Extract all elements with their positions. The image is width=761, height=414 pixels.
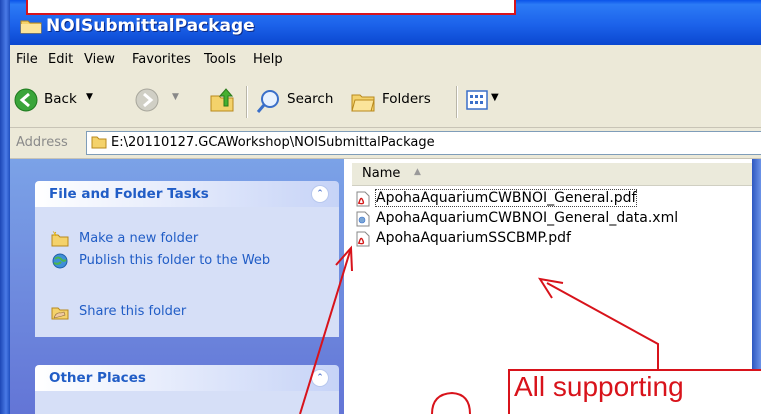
file-row[interactable]: ApohaAquariumCWBNOI_General_data.xml	[354, 209, 754, 229]
menu-bar: File Edit View Favorites Tools Help	[10, 45, 761, 77]
folder-icon	[20, 20, 42, 34]
other-places-body	[35, 391, 339, 414]
back-dropdown-icon[interactable]: ▼	[86, 92, 93, 102]
file-row[interactable]: ApohaAquariumSSCBMP.pdf	[354, 229, 754, 249]
other-places-header[interactable]: Other Places ⌃	[35, 365, 339, 391]
folders-icon	[351, 94, 375, 112]
forward-dropdown-icon[interactable]: ▼	[172, 92, 179, 102]
pdf-file-icon	[356, 191, 370, 207]
new-folder-icon	[51, 231, 69, 247]
address-value: E:\20110127.GCAWorkshop\NOISubmittalPack…	[111, 135, 435, 150]
publish-web-icon	[52, 253, 68, 269]
xml-file-icon	[356, 211, 370, 227]
folders-button[interactable]: Folders	[350, 86, 450, 116]
menu-view[interactable]: View	[84, 52, 115, 67]
file-folder-tasks-body: Make a new folder Publish this folder to…	[35, 207, 339, 337]
toolbar: Back ▼ ▼ Search Folders ▼	[10, 76, 761, 128]
folders-label: Folders	[382, 91, 431, 107]
menu-favorites[interactable]: Favorites	[132, 52, 191, 67]
views-dropdown-icon: ▼	[491, 92, 499, 103]
name-column-header[interactable]: Name ▲	[352, 163, 761, 186]
window-title: NOISubmittalPackage	[46, 16, 255, 36]
file-name: ApohaAquariumCWBNOI_General.pdf	[374, 189, 638, 207]
top-callout-box	[26, 0, 516, 15]
sort-ascending-icon: ▲	[414, 167, 421, 177]
file-name: ApohaAquariumCWBNOI_General_data.xml	[376, 210, 679, 226]
file-row[interactable]: ApohaAquariumCWBNOI_General.pdf	[354, 189, 754, 209]
collapse-chevron-icon[interactable]: ⌃	[311, 185, 329, 203]
forward-arrow-icon[interactable]	[135, 88, 159, 112]
back-arrow-icon	[14, 88, 38, 112]
address-bar: Address E:\20110127.GCAWorkshop\NOISubmi…	[10, 128, 761, 159]
task-share-folder[interactable]: Share this folder	[35, 302, 335, 324]
collapse-chevron-icon[interactable]: ⌃	[311, 369, 329, 387]
toolbar-separator	[456, 86, 457, 118]
task-make-new-folder[interactable]: Make a new folder	[35, 229, 335, 251]
other-places-title: Other Places	[49, 370, 146, 386]
task-label: Publish this folder to the Web	[79, 253, 271, 268]
views-button[interactable]: ▼	[466, 88, 506, 116]
task-label: Make a new folder	[79, 231, 199, 246]
up-folder-icon[interactable]	[208, 86, 236, 114]
file-folder-tasks-title: File and Folder Tasks	[49, 186, 209, 202]
share-folder-icon	[51, 307, 69, 320]
name-column-label: Name	[362, 166, 401, 181]
menu-help[interactable]: Help	[253, 52, 283, 67]
search-label: Search	[287, 91, 334, 107]
task-label: Share this folder	[79, 304, 187, 319]
menu-edit[interactable]: Edit	[48, 52, 73, 67]
window-left-border	[0, 0, 10, 414]
search-button[interactable]: Search	[256, 86, 348, 116]
task-pane: File and Folder Tasks ⌃ Make a new folde…	[10, 159, 344, 414]
task-publish-folder[interactable]: Publish this folder to the Web	[35, 251, 335, 293]
pdf-file-icon	[356, 231, 370, 247]
address-label: Address	[16, 135, 68, 150]
file-folder-tasks-header[interactable]: File and Folder Tasks ⌃	[35, 181, 339, 207]
folder-icon	[91, 136, 107, 149]
toolbar-separator	[246, 86, 247, 118]
views-icon	[466, 90, 488, 110]
search-icon	[256, 90, 279, 113]
address-input[interactable]: E:\20110127.GCAWorkshop\NOISubmittalPack…	[86, 131, 761, 155]
bottom-callout-box: All supporting	[508, 369, 761, 414]
explorer-window: NOISubmittalPackage File Edit View Favor…	[0, 0, 761, 414]
menu-tools[interactable]: Tools	[204, 52, 236, 67]
back-button[interactable]: Back ▼	[14, 86, 122, 116]
back-label: Back	[44, 91, 77, 107]
callout-text: All supporting	[514, 371, 684, 402]
menu-file[interactable]: File	[16, 52, 38, 67]
file-name: ApohaAquariumSSCBMP.pdf	[376, 230, 571, 246]
